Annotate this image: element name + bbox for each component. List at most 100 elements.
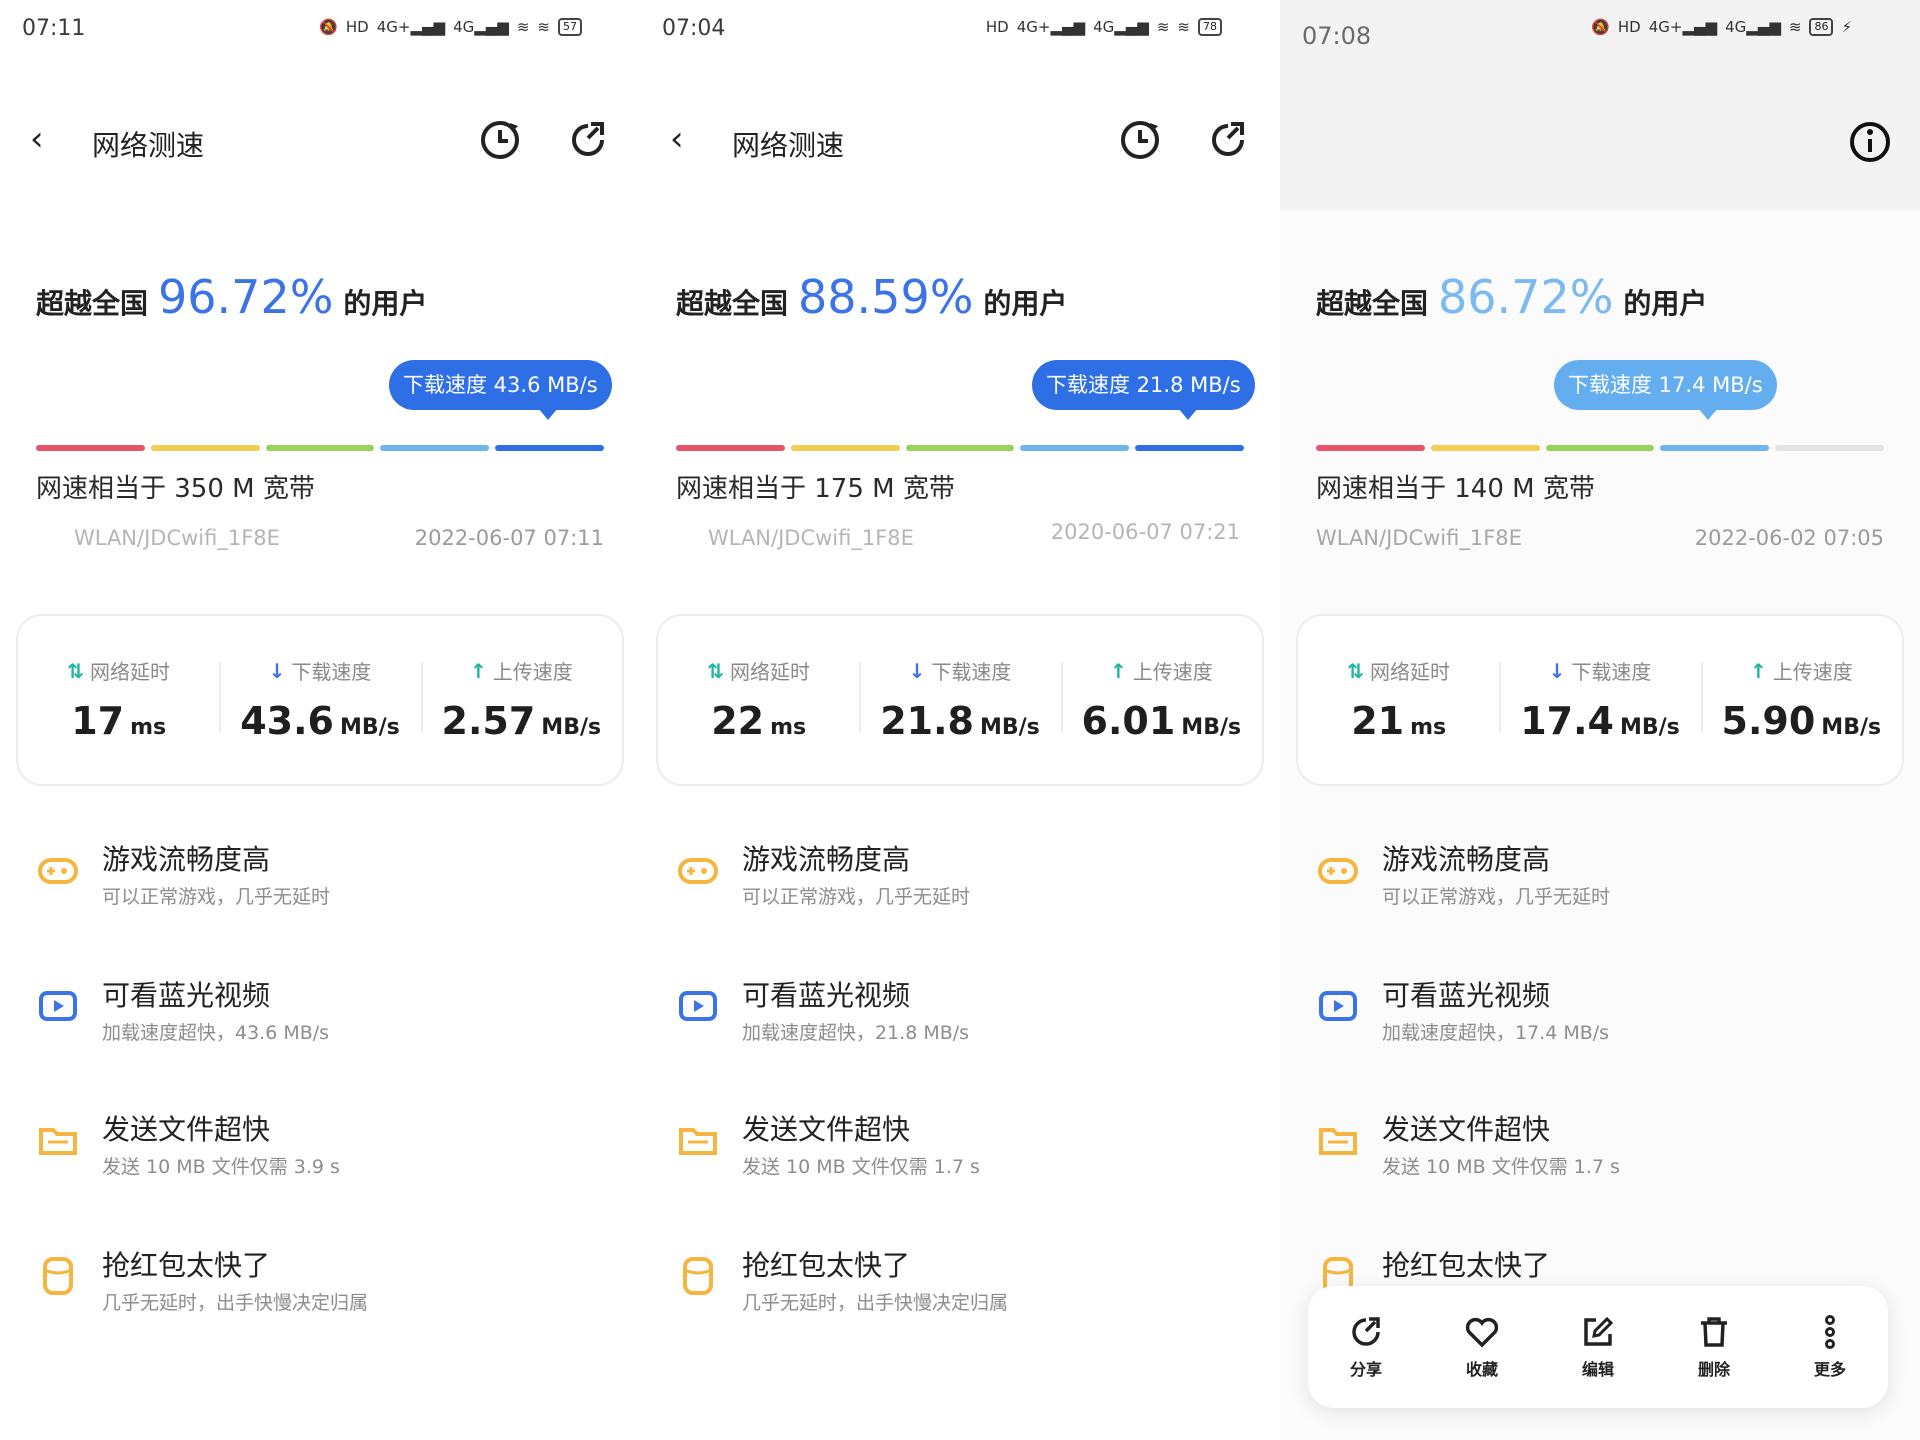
gamepad-icon (38, 858, 78, 884)
scale-seg (790, 445, 900, 451)
share-icon (1352, 1317, 1380, 1346)
page-title: 网络测速 (732, 129, 845, 162)
stats-card: ⇅ 网络延时 22 ms ↓ 下载速度 21.8 MB/s ↑ 上传速度 6.01 MB/s (656, 614, 1264, 786)
latency-icon: ⇅ (707, 658, 725, 683)
beat-prefix: 超越全国 (1316, 287, 1429, 320)
delete-button[interactable]: 删除 (1696, 1314, 1732, 1380)
scale-seg (1775, 445, 1884, 451)
page-title: 网络测速 (92, 129, 205, 162)
stat-download: ↓ 下载速度 17.4 MB/s (1499, 616, 1700, 784)
feature-item: 游戏流畅度高 可以正常游戏，几乎无延时 (676, 830, 1256, 920)
beat-percent: 96.72% (158, 270, 334, 324)
top-bar: ‹ 网络测速 (640, 100, 1280, 184)
mute-icon: 🔕 (1591, 18, 1610, 36)
charging-icon: ⚡ (1841, 18, 1852, 36)
download-arrow-icon: ↓ (268, 658, 286, 683)
download-speed-bubble: 下载速度 21.8 MB/s (1032, 360, 1255, 410)
upload-arrow-icon: ↑ (469, 658, 487, 683)
beat-suffix: 的用户 (983, 287, 1068, 320)
history-icon[interactable] (478, 118, 522, 162)
scale-seg (150, 445, 260, 451)
folder-icon (1319, 1128, 1357, 1155)
beat-headline: 超越全国 96.72% 的用户 (36, 270, 427, 324)
status-time: 07:11 (22, 16, 86, 41)
feature-item: 游戏流畅度高 可以正常游戏，几乎无延时 (1316, 830, 1896, 920)
stat-download: ↓ 下载速度 43.6 MB/s (219, 616, 420, 784)
screen-1: 07:11 🔕 HD 4G+▂▄▆ 4G▂▄▆ ≋ ≋ 57 ‹ 网络测速 超越… (0, 0, 640, 1440)
top-bar: ‹ 网络测速 (0, 100, 640, 184)
history-icon[interactable] (1118, 118, 1162, 162)
battery-icon: 78 (1198, 18, 1222, 36)
red-packet-icon (43, 1257, 73, 1295)
download-speed-bubble: 下载速度 43.6 MB/s (389, 360, 612, 410)
retest-icon[interactable] (566, 118, 610, 162)
signal-4g-icon: 4G+▂▄▆ (1648, 18, 1718, 36)
download-arrow-icon: ↓ (1548, 658, 1566, 683)
gamepad-icon (678, 858, 718, 884)
stat-upload: ↑ 上传速度 5.90 MB/s (1700, 616, 1902, 784)
latency-icon: ⇅ (1347, 658, 1365, 683)
feature-item: 发送文件超快 发送 10 MB 文件仅需 1.7 s (1316, 1100, 1896, 1190)
latency-icon: ⇅ (67, 658, 85, 683)
beat-suffix: 的用户 (1623, 287, 1708, 320)
image-action-bar: 分享 收藏 编辑 删除 更多 (1308, 1286, 1888, 1408)
back-button[interactable]: ‹ (30, 122, 44, 156)
bandwidth-equivalent: 网速相当于 350 M 宽带 (36, 474, 315, 504)
edit-button[interactable]: 编辑 (1580, 1314, 1616, 1380)
mute-icon: 🔕 (319, 18, 338, 36)
battery-icon: 57 (558, 18, 582, 36)
retest-icon[interactable] (1206, 118, 1250, 162)
more-button[interactable]: 更多 (1812, 1314, 1848, 1380)
beat-headline: 超越全国 86.72% 的用户 (1316, 270, 1707, 324)
feature-item: 发送文件超快 发送 10 MB 文件仅需 3.9 s (36, 1100, 616, 1190)
info-icon[interactable] (1848, 120, 1892, 164)
beat-percent: 88.59% (798, 270, 974, 324)
video-play-icon (679, 991, 717, 1021)
speed-scale (36, 445, 604, 451)
feature-item: 发送文件超快 发送 10 MB 文件仅需 1.7 s (676, 1100, 1256, 1190)
scale-seg (495, 445, 604, 451)
edit-icon (1584, 1316, 1614, 1346)
beat-prefix: 超越全国 (676, 287, 789, 320)
gamepad-icon (1318, 858, 1358, 884)
beat-headline: 超越全国 88.59% 的用户 (676, 270, 1067, 324)
folder-icon (679, 1128, 717, 1155)
beat-prefix: 超越全国 (36, 287, 149, 320)
scale-seg (265, 445, 375, 451)
bandwidth-equivalent: 网速相当于 175 M 宽带 (676, 474, 955, 504)
scale-seg (1660, 445, 1770, 451)
stat-upload: ↑ 上传速度 6.01 MB/s (1060, 616, 1262, 784)
wifi-icon: ≋ (1156, 18, 1170, 36)
download-speed-bubble: 下载速度 17.4 MB/s (1554, 360, 1777, 410)
beat-percent: 86.72% (1438, 270, 1614, 324)
share-button[interactable]: 分享 (1348, 1314, 1384, 1380)
stat-upload: ↑ 上传速度 2.57 MB/s (420, 616, 622, 784)
upload-arrow-icon: ↑ (1749, 658, 1767, 683)
wifi-icon: ≋ (516, 18, 530, 36)
favorite-button[interactable]: 收藏 (1464, 1314, 1500, 1380)
battery-icon: 86 (1809, 18, 1834, 36)
status-bar: 07:11 🔕 HD 4G+▂▄▆ 4G▂▄▆ ≋ ≋ 57 (0, 0, 640, 60)
wifi-name: WLAN/JDCwifi_1F8E (74, 526, 280, 550)
hd-icon: HD (1617, 18, 1641, 36)
signal-4g-icon: 4G▂▄▆ (1093, 18, 1149, 36)
test-time: 2020-06-07 07:21 (1050, 520, 1240, 544)
feature-item: 可看蓝光视频 加载速度超快，43.6 MB/s (36, 966, 616, 1056)
speed-scale (676, 445, 1244, 451)
screen-2: 07:04 HD 4G+▂▄▆ 4G▂▄▆ ≋ ≋ 78 ‹ 网络测速 超越全国… (640, 0, 1280, 1440)
scale-seg (905, 445, 1015, 451)
beat-suffix: 的用户 (343, 287, 428, 320)
scale-seg (1545, 445, 1655, 451)
back-button[interactable]: ‹ (670, 122, 684, 156)
wifi-name: WLAN/JDCwifi_1F8E (708, 526, 914, 550)
bubble-pointer (538, 408, 558, 420)
more-icon (1825, 1315, 1835, 1349)
scale-seg (380, 445, 490, 451)
stat-latency: ⇅ 网络延时 17 ms (67, 658, 171, 744)
signal-4g-icon: 4G+▂▄▆ (376, 18, 446, 36)
speed-scale (1316, 445, 1884, 451)
wifi-icon: ≋ (537, 18, 550, 36)
signal-4g-icon: 4G+▂▄▆ (1016, 18, 1086, 36)
red-packet-icon (683, 1257, 713, 1295)
download-arrow-icon: ↓ (908, 658, 926, 683)
